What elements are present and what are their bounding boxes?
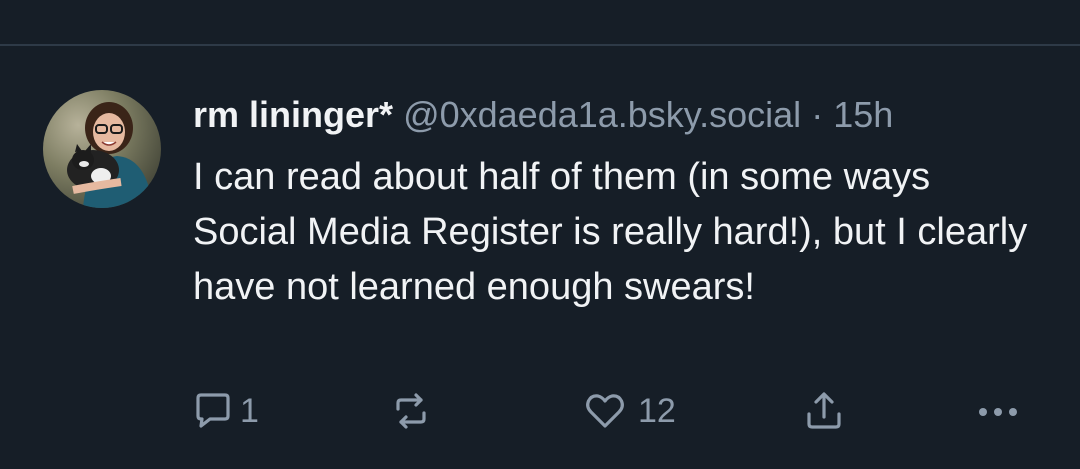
profile-photo	[43, 90, 161, 208]
repost-icon[interactable]	[384, 0, 420, 6]
feed: rm lininger* @0xdaeda1a.bsky.social · 15…	[0, 0, 1080, 469]
share-button[interactable]	[801, 386, 847, 436]
share-icon[interactable]	[804, 0, 840, 6]
reply-icon	[190, 388, 236, 434]
post-header: rm lininger* @0xdaeda1a.bsky.social · 15…	[193, 90, 893, 140]
post-text: I can read about half of them (in some w…	[193, 156, 1028, 308]
avatar[interactable]	[43, 90, 161, 208]
heart-icon	[582, 388, 628, 434]
display-name[interactable]: rm lininger*	[193, 94, 393, 135]
like-button[interactable]: 12	[582, 386, 676, 436]
heart-icon[interactable]	[590, 0, 626, 6]
separator: ·	[811, 94, 824, 135]
more-icon	[974, 388, 1022, 434]
share-icon	[801, 388, 847, 434]
post-divider	[0, 44, 1080, 46]
more-button[interactable]	[974, 386, 1022, 436]
previous-post-actions	[0, 0, 1080, 6]
repost-icon	[388, 388, 434, 434]
handle[interactable]: @0xdaeda1a.bsky.social	[403, 94, 801, 135]
timestamp[interactable]: 15h	[833, 94, 893, 135]
post-actions: 1 12	[0, 386, 1080, 436]
reply-icon[interactable]	[193, 0, 229, 6]
repost-button[interactable]	[388, 386, 434, 436]
like-count: 12	[638, 391, 676, 430]
reply-button[interactable]: 1	[190, 386, 259, 436]
reply-count: 1	[240, 391, 259, 430]
